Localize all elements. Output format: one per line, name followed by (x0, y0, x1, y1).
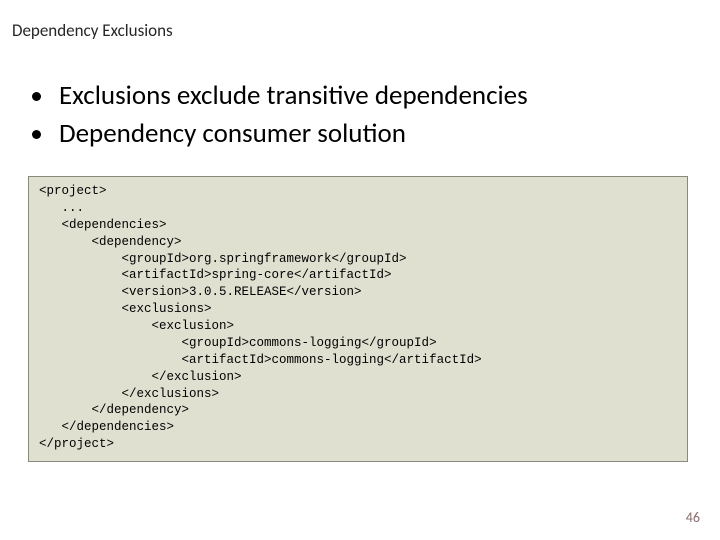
slide-title: Dependency Exclusions (12, 20, 173, 41)
code-block: <project> ... <dependencies> <dependency… (28, 176, 688, 462)
list-item: Exclusions exclude transitive dependenci… (32, 80, 688, 112)
bullet-text: Dependency consumer solution (59, 118, 406, 150)
bullet-icon (32, 92, 41, 101)
slide: Dependency Exclusions Exclusions exclude… (0, 0, 720, 540)
bullet-text: Exclusions exclude transitive dependenci… (59, 80, 528, 112)
page-number: 46 (686, 509, 700, 526)
bullet-icon (32, 130, 41, 139)
list-item: Dependency consumer solution (32, 118, 688, 150)
bullet-list: Exclusions exclude transitive dependenci… (32, 80, 688, 157)
